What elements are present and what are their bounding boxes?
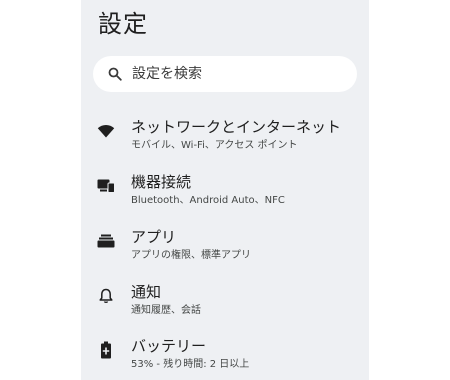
- settings-item-subtitle: アプリの権限、標準アプリ: [131, 250, 251, 261]
- settings-item-title: ネットワークとインターネット: [131, 118, 342, 136]
- settings-item-apps[interactable]: アプリ アプリの権限、標準アプリ: [81, 227, 369, 277]
- search-bar[interactable]: 設定を検索: [93, 56, 357, 92]
- page-title: 設定: [98, 10, 148, 38]
- settings-item-subtitle: Bluetooth、Android Auto、NFC: [131, 195, 285, 206]
- connected-devices-icon: [97, 177, 115, 195]
- settings-item-network[interactable]: ネットワークとインターネット モバイル、Wi-Fi、アクセス ポイント: [81, 117, 369, 167]
- apps-icon: [97, 232, 115, 250]
- settings-screen: 設定 設定を検索 ネットワークとインターネット モバイル、Wi-Fi、アクセス …: [81, 0, 369, 380]
- bell-icon: [97, 287, 115, 305]
- battery-icon: [97, 341, 115, 359]
- search-placeholder: 設定を検索: [132, 66, 202, 82]
- settings-item-title: アプリ: [131, 228, 177, 246]
- settings-item-title: 機器接続: [131, 173, 192, 191]
- settings-item-title: バッテリー: [131, 337, 207, 355]
- wifi-icon: [97, 122, 115, 140]
- settings-item-battery[interactable]: バッテリー 53% - 残り時間: 2 日以上: [81, 336, 369, 380]
- search-icon: [108, 67, 122, 81]
- settings-item-notifications[interactable]: 通知 通知履歴、会話: [81, 282, 369, 332]
- settings-item-subtitle: 53% - 残り時間: 2 日以上: [131, 359, 250, 370]
- settings-item-subtitle: 通知履歴、会話: [131, 305, 201, 316]
- settings-item-subtitle: モバイル、Wi-Fi、アクセス ポイント: [131, 140, 298, 151]
- settings-item-title: 通知: [131, 283, 162, 301]
- settings-item-connected-devices[interactable]: 機器接続 Bluetooth、Android Auto、NFC: [81, 172, 369, 222]
